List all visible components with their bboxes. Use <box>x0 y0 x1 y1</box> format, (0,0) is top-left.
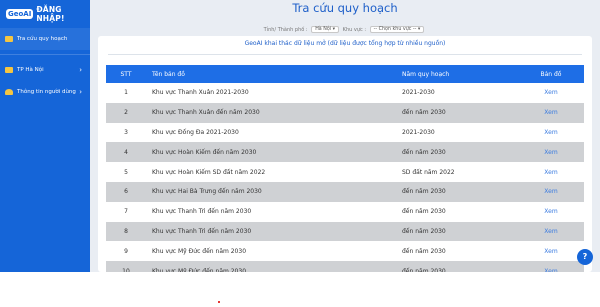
table-row: 8 Khu vực Thanh Trì đến năm 2030 đến năm 2… <box>106 221 584 242</box>
row-map-name: Khu vực Hoàn Kiếm đến năm 2030 <box>152 148 257 156</box>
row-map-name: Khu vực Thanh Trì đến năm 2030 <box>152 227 252 235</box>
view-map-link[interactable]: Xem <box>518 182 584 202</box>
chevron-right-icon: › <box>79 88 82 96</box>
table-row: 4 Khu vực Hoàn Kiếm đến năm 2030 đến năm 2… <box>106 142 584 163</box>
sidebar-item-planning-lookup[interactable]: Tra cứu quy hoạch <box>0 28 90 50</box>
row-map-name: Khu vực Đống Đa 2021-2030 <box>152 128 239 136</box>
row-plan-year: đến năm 2030 <box>402 208 446 216</box>
decorative-dot <box>218 301 220 303</box>
col-stt-header: STT <box>120 70 132 78</box>
row-stt: 9 <box>124 247 128 255</box>
view-map-link[interactable]: Xem <box>518 261 584 272</box>
page-title: Tra cứu quy hoạch <box>292 1 398 15</box>
view-map-link[interactable]: Xem <box>518 202 584 222</box>
row-stt: 10 <box>122 267 130 272</box>
results-card: GeoAI khai thác dữ liệu mở (dữ liệu được… <box>98 36 592 272</box>
row-stt: 2 <box>124 109 128 117</box>
view-map-link[interactable]: Xem <box>518 241 584 261</box>
city-label: Tỉnh/ Thành phố : <box>263 27 308 33</box>
row-stt: 8 <box>124 227 128 235</box>
table-row: 9 Khu vực Mỹ Đức đến năm 2030 đến năm 2030… <box>106 241 584 262</box>
table-row: 3 Khu vực Đống Đa 2021-2030 2021-2030 Xem <box>106 122 584 143</box>
login-link[interactable]: ĐĂNG NHẬP! <box>36 5 90 23</box>
view-map-link[interactable]: Xem <box>518 162 584 182</box>
table-row: 6 Khu vực Hai Bà Trưng đến năm 2030 đến nă… <box>106 181 584 202</box>
row-plan-year: SD đất năm 2022 <box>402 168 455 176</box>
row-map-name: Khu vực Thanh Xuân đến năm 2030 <box>152 109 260 117</box>
help-button[interactable]: ? <box>577 249 593 265</box>
view-map-link[interactable]: Xem <box>518 222 584 242</box>
chevron-right-icon: › <box>79 66 82 74</box>
table-row: 10 Khu vực Mỹ Đức đến năm 2030 đến năm 203… <box>106 261 584 272</box>
area-select[interactable]: -- Chọn khu vực -- ▾ <box>369 26 425 33</box>
folder-icon <box>5 36 13 42</box>
sidebar-item-label: TP Hà Nội <box>17 67 44 73</box>
table-body: 1 Khu vực Thanh Xuân 2021-2030 2021-2030 Xe… <box>106 83 584 272</box>
row-plan-year: 2021-2030 <box>402 89 435 97</box>
login-header[interactable]: GeoAI ĐĂNG NHẬP! <box>0 0 90 28</box>
row-plan-year: đến năm 2030 <box>402 247 446 255</box>
row-map-name: Khu vực Mỹ Đức đến năm 2030 <box>152 247 247 255</box>
sidebar-item-hanoi[interactable]: TP Hà Nội › <box>0 59 90 81</box>
row-plan-year: đến năm 2030 <box>402 188 446 196</box>
row-stt: 1 <box>124 89 128 97</box>
view-map-link[interactable]: Xem <box>518 103 584 123</box>
planning-table: STT Tên bản đồ Năm quy hoạch Bản đồ 1 Khu… <box>106 65 584 272</box>
table-row: 2 Khu vực Thanh Xuân đến năm 2030 đến năm … <box>106 102 584 123</box>
row-map-name: Khu vực Hoàn Kiếm SD đất năm 2022 <box>152 168 266 176</box>
city-select[interactable]: Hà Nội ▾ <box>311 26 340 33</box>
row-stt: 7 <box>124 208 128 216</box>
row-plan-year: 2021-2030 <box>402 128 435 136</box>
table-header-row: STT Tên bản đồ Năm quy hoạch Bản đồ <box>106 65 584 83</box>
row-map-name: Khu vực Mỹ Đức đến năm 2030 <box>152 267 247 272</box>
row-stt: 5 <box>124 168 128 176</box>
row-map-name: Khu vực Thanh Xuân 2021-2030 <box>152 89 249 97</box>
folder-icon <box>5 67 13 73</box>
col-year-header: Năm quy hoạch <box>402 70 450 78</box>
table-row: 7 Khu vực Thanh Trì đến năm 2030 đến năm 2… <box>106 201 584 222</box>
row-plan-year: đến năm 2030 <box>402 148 446 156</box>
user-icon <box>5 89 13 95</box>
row-stt: 4 <box>124 148 128 156</box>
main-content: Tra cứu quy hoạch Tỉnh/ Thành phố : Hà N… <box>90 0 600 272</box>
sidebar-item-label: Thông tin người dùng <box>17 89 76 95</box>
sidebar-divider <box>0 54 90 55</box>
view-map-link[interactable]: Xem <box>518 83 584 103</box>
sidebar-item-label: Tra cứu quy hoạch <box>17 36 68 42</box>
divider <box>108 54 582 55</box>
view-map-link[interactable]: Xem <box>518 142 584 162</box>
filter-bar: Tỉnh/ Thành phố : Hà Nội ▾ Khu vực : -- … <box>90 26 600 33</box>
chevron-down-icon: ▾ <box>332 27 336 32</box>
col-name-header: Tên bản đồ <box>152 70 185 78</box>
row-map-name: Khu vực Thanh Trì đến năm 2030 <box>152 208 252 216</box>
view-map-link[interactable]: Xem <box>518 123 584 143</box>
col-map-header: Bản đồ <box>540 70 562 78</box>
area-select-value: -- Chọn khu vực -- <box>373 27 417 32</box>
city-select-value: Hà Nội <box>315 27 332 32</box>
area-label: Khu vực : <box>342 27 367 33</box>
row-plan-year: đến năm 2030 <box>402 109 446 117</box>
row-stt: 3 <box>124 128 128 136</box>
data-source-note: GeoAI khai thác dữ liệu mở (dữ liệu được… <box>244 40 446 47</box>
row-plan-year: đến năm 2030 <box>402 267 446 272</box>
row-map-name: Khu vực Hai Bà Trưng đến năm 2030 <box>152 188 262 196</box>
row-stt: 6 <box>124 188 128 196</box>
sidebar: GeoAI ĐĂNG NHẬP! Tra cứu quy hoạch TP Hà… <box>0 0 90 272</box>
table-row: 1 Khu vực Thanh Xuân 2021-2030 2021-2030 Xe… <box>106 83 584 103</box>
chevron-down-icon: ▾ <box>417 27 421 32</box>
sidebar-item-user-info[interactable]: Thông tin người dùng › <box>0 81 90 103</box>
table-row: 5 Khu vực Hoàn Kiếm SD đất năm 2022 SD đất… <box>106 162 584 182</box>
app-logo: GeoAI <box>6 9 34 19</box>
row-plan-year: đến năm 2030 <box>402 227 446 235</box>
